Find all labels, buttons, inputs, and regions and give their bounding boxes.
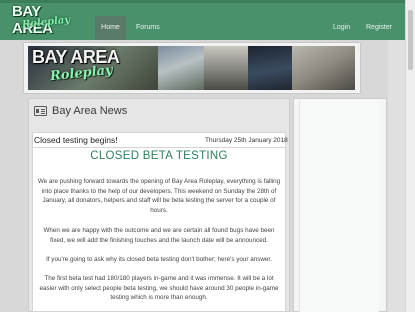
site-logo[interactable]: BAY AREA Roleplay [12,3,78,37]
site-banner: BAY AREA Roleplay [28,46,355,90]
nav-login[interactable]: Login [333,16,350,40]
nav-home[interactable]: Home [95,16,126,40]
post-paragraph: We are pushing forward towards the openi… [37,178,281,214]
post-paragraph: If you're going to ask why its closed be… [46,256,272,263]
post-date: Thursday 25th January 2018 [205,137,288,144]
scrollbar-thumb[interactable] [408,10,413,70]
news-panel-header: Bay Area News [34,101,127,121]
banner-photo-2 [158,46,204,90]
banner-photo-4 [248,46,292,90]
post-heading: CLOSED BETA TESTING [90,150,228,162]
sidebar-content [299,100,379,312]
page-scrollbar[interactable] [405,0,415,312]
newspaper-icon [34,106,47,116]
news-panel-title: Bay Area News [52,105,128,117]
nav-forums[interactable]: Forums [136,16,160,40]
post-paragraph: When we are happy with the outcome and w… [43,227,275,244]
nav-register[interactable]: Register [366,16,392,40]
banner-photo-3 [204,46,248,90]
post-title[interactable]: Closed testing begins! [34,135,118,145]
post-paragraph: The first beta test had 180/180 players … [39,275,279,302]
banner-photo-5 [292,46,355,90]
